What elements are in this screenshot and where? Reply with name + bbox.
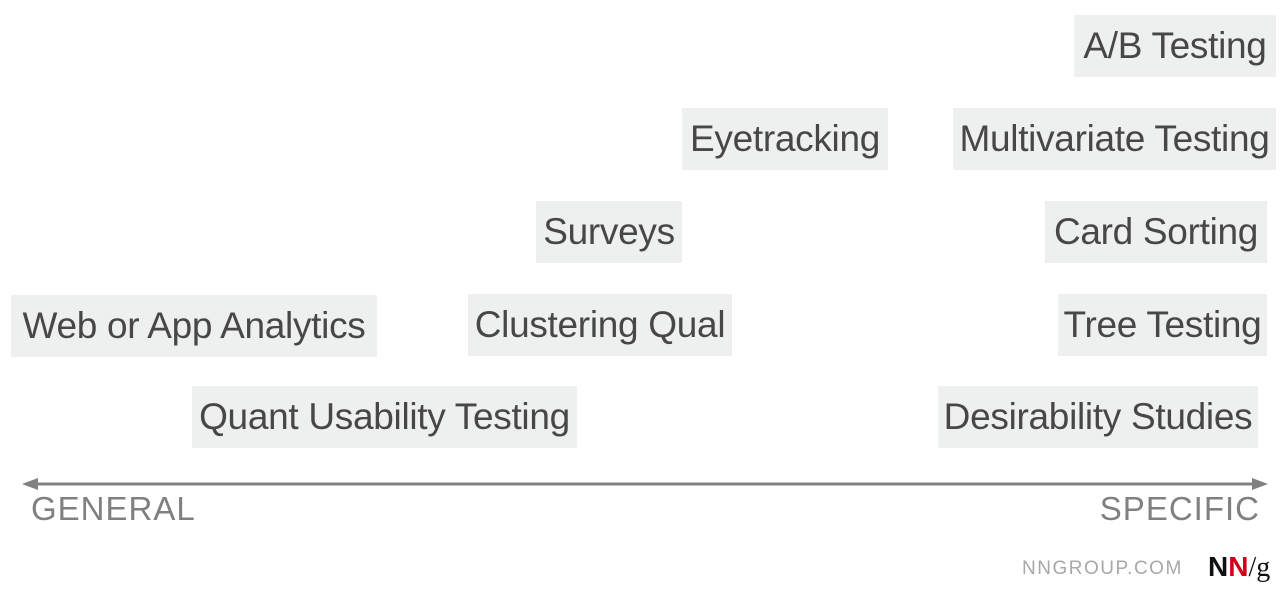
method-quant-usability-testing: Quant Usability Testing: [192, 386, 577, 448]
arrow-right-icon: [1252, 478, 1268, 490]
arrow-left-icon: [22, 478, 38, 490]
axis-label-general: GENERAL: [31, 490, 196, 527]
footer-site-url: NNGROUP.COM: [1022, 558, 1183, 579]
method-clustering-qual: Clustering Qual: [468, 294, 732, 356]
method-multivariate-testing: Multivariate Testing: [953, 108, 1276, 170]
method-desirability-studies: Desirability Studies: [938, 386, 1258, 448]
logo-g: g: [1256, 552, 1271, 583]
nng-logo: NN/g: [1208, 551, 1270, 584]
method-surveys: Surveys: [536, 201, 682, 263]
logo-n-black: N: [1208, 551, 1229, 582]
method-ab-testing: A/B Testing: [1074, 15, 1276, 77]
axis-label-specific: SPECIFIC: [1099, 490, 1260, 527]
logo-n-red: N: [1228, 551, 1249, 582]
method-eyetracking: Eyetracking: [682, 108, 888, 170]
method-tree-testing: Tree Testing: [1058, 294, 1267, 356]
method-card-sorting: Card Sorting: [1045, 201, 1267, 263]
method-web-app-analytics: Web or App Analytics: [11, 295, 377, 357]
